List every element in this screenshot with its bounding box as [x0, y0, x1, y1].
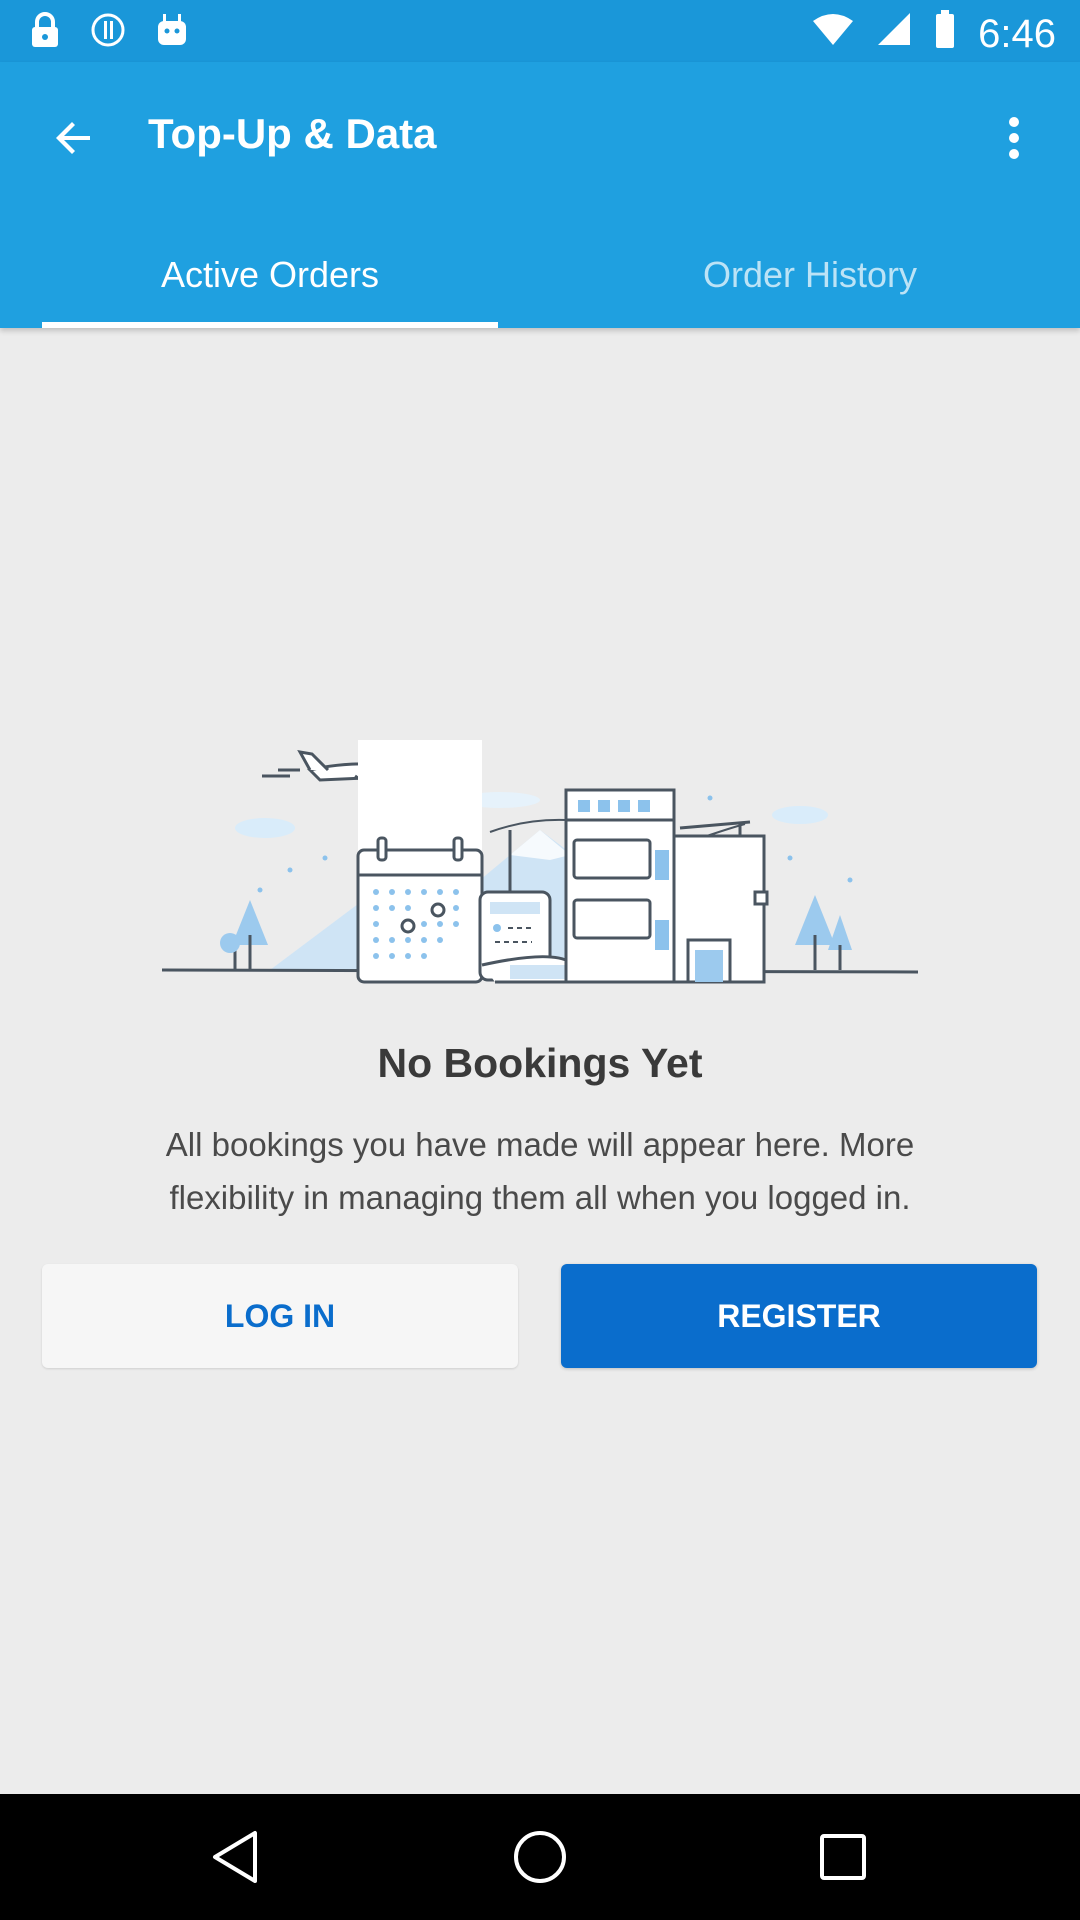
- app-bar: Top-Up & Data Active Orders Order Histor…: [0, 62, 1080, 328]
- tab-active-orders[interactable]: Active Orders: [42, 222, 498, 328]
- empty-state-title: No Bookings Yet: [377, 1040, 703, 1086]
- recents-square-icon[interactable]: [808, 1822, 878, 1892]
- system-nav-bar: [0, 1794, 1080, 1920]
- android-icon: [154, 12, 190, 48]
- system-status: 6:46: [812, 10, 1056, 58]
- back-triangle-icon[interactable]: [200, 1822, 270, 1892]
- empty-state-description: All bookings you have made will appear h…: [165, 1126, 915, 1216]
- login-button[interactable]: LOG IN: [42, 1264, 518, 1368]
- tab-order-history[interactable]: Order History: [582, 222, 1038, 328]
- alert-circle-icon: [90, 12, 126, 48]
- tab-indicator: [42, 322, 498, 328]
- back-button[interactable]: [40, 106, 108, 174]
- more-vertical-icon: [1006, 116, 1022, 165]
- wifi-icon: [812, 12, 854, 57]
- lock-icon: [28, 12, 62, 48]
- notification-icons: [28, 12, 190, 48]
- status-bar: 6:46: [0, 0, 1080, 62]
- arrow-left-icon: [50, 114, 98, 167]
- signal-icon: [876, 11, 912, 57]
- home-circle-icon[interactable]: [505, 1822, 575, 1892]
- clock-text: 6:46: [978, 11, 1056, 56]
- page-title: Top-Up & Data: [148, 110, 437, 157]
- overflow-menu-button[interactable]: [984, 106, 1044, 174]
- battery-icon: [934, 10, 956, 58]
- register-button[interactable]: REGISTER: [561, 1264, 1037, 1368]
- city-travel-illustration: }: [150, 740, 930, 1000]
- tab-bar: Active Orders Order History: [0, 222, 1080, 328]
